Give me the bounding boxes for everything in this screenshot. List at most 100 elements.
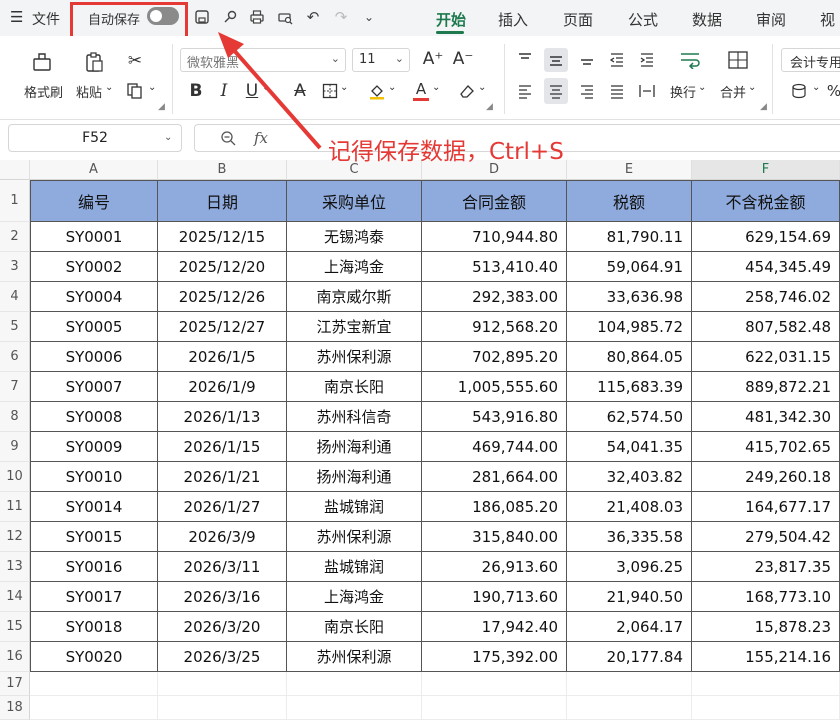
font-name-select[interactable]: 微软雅黑 ⌄	[180, 48, 346, 72]
column-header-f[interactable]: F	[692, 160, 840, 180]
cell-unit[interactable]: 苏州保利源	[287, 342, 422, 372]
cell-contract[interactable]: 190,713.60	[422, 582, 567, 612]
row-header[interactable]: 2	[0, 222, 30, 252]
cell-date[interactable]: 2025/12/26	[158, 282, 287, 312]
cell-net[interactable]: 889,872.21	[692, 372, 840, 402]
row-header[interactable]: 4	[0, 282, 30, 312]
file-menu[interactable]: 文件	[32, 9, 60, 29]
empty-cell[interactable]	[287, 696, 422, 720]
cell-tax[interactable]: 32,403.82	[567, 462, 692, 492]
name-box[interactable]: F52	[8, 124, 182, 152]
row-header[interactable]: 9	[0, 432, 30, 462]
empty-cell[interactable]	[158, 696, 287, 720]
cell-contract[interactable]: 702,895.20	[422, 342, 567, 372]
cell-unit[interactable]: 上海鸿金	[287, 582, 422, 612]
cell-tax[interactable]: 54,041.35	[567, 432, 692, 462]
cell-unit[interactable]: 盐城锦润	[287, 492, 422, 522]
cell-contract[interactable]: 710,944.80	[422, 222, 567, 252]
cell-tax[interactable]: 59,064.91	[567, 252, 692, 282]
empty-cell[interactable]	[422, 672, 567, 696]
cell-id[interactable]: SY0002	[30, 252, 158, 282]
cell-unit[interactable]: 苏州科信奇	[287, 402, 422, 432]
wrap-text-label[interactable]: 换行	[670, 82, 696, 101]
cell-net[interactable]: 279,504.42	[692, 522, 840, 552]
empty-cell[interactable]	[158, 672, 287, 696]
cell-contract[interactable]: 315,840.00	[422, 522, 567, 552]
cell-net[interactable]: 622,031.15	[692, 342, 840, 372]
cell-net[interactable]: 15,878.23	[692, 612, 840, 642]
border-dropdown-icon[interactable]: ⌄	[340, 82, 348, 93]
cell-contract[interactable]: 186,085.20	[422, 492, 567, 522]
cell-id[interactable]: SY0017	[30, 582, 158, 612]
name-box-dropdown-icon[interactable]: ⌄	[164, 132, 172, 143]
row-header[interactable]: 8	[0, 402, 30, 432]
autosave-toggle[interactable]	[147, 7, 179, 25]
cell-id[interactable]: SY0015	[30, 522, 158, 552]
cell-unit[interactable]: 上海鸿金	[287, 252, 422, 282]
row-header[interactable]: 10	[0, 462, 30, 492]
strikethrough-icon[interactable]: A	[290, 80, 310, 102]
cell-contract[interactable]: 17,942.40	[422, 612, 567, 642]
cell-tax[interactable]: 21,940.50	[567, 582, 692, 612]
increase-indent-icon[interactable]	[636, 48, 658, 70]
empty-cell[interactable]	[692, 672, 840, 696]
row-header[interactable]: 17	[0, 672, 30, 696]
cell-date[interactable]: 2025/12/15	[158, 222, 287, 252]
wrap-dropdown-icon[interactable]: ⌄	[698, 82, 706, 93]
currency-icon[interactable]	[788, 80, 810, 102]
currency-dropdown-icon[interactable]: ⌄	[812, 82, 820, 93]
cell-tax[interactable]: 80,864.05	[567, 342, 692, 372]
fill-color-icon[interactable]	[366, 80, 388, 102]
eraser-icon[interactable]	[456, 80, 478, 102]
cell-net[interactable]: 454,345.49	[692, 252, 840, 282]
cell-net[interactable]: 415,702.65	[692, 432, 840, 462]
cell-unit[interactable]: 南京长阳	[287, 612, 422, 642]
font-color-icon[interactable]: A	[410, 78, 432, 102]
cell-date[interactable]: 2026/1/15	[158, 432, 287, 462]
paste-dropdown-icon[interactable]: ⌄	[105, 82, 113, 93]
row-header[interactable]: 18	[0, 696, 30, 720]
align-center-icon[interactable]	[544, 78, 568, 104]
tab-formulas[interactable]: 公式	[628, 9, 658, 30]
merge-cells-label[interactable]: 合并	[720, 82, 746, 101]
tab-review[interactable]: 审阅	[756, 9, 786, 30]
function-icon[interactable]: fx	[250, 128, 272, 148]
row-header[interactable]: 13	[0, 552, 30, 582]
align-bottom-icon[interactable]	[576, 48, 598, 70]
chevron-down-icon[interactable]: ⌄	[359, 7, 379, 27]
empty-cell[interactable]	[692, 696, 840, 720]
row-header[interactable]: 1	[0, 180, 30, 222]
row-header[interactable]: 11	[0, 492, 30, 522]
cell-id[interactable]: SY0005	[30, 312, 158, 342]
alignment-expand-icon[interactable]: ◢	[760, 102, 767, 112]
cell-tax[interactable]: 104,985.72	[567, 312, 692, 342]
increase-font-icon[interactable]: A⁺	[422, 48, 444, 70]
cell-unit[interactable]: 扬州海利通	[287, 462, 422, 492]
cell-date[interactable]: 2026/1/5	[158, 342, 287, 372]
cell-tax[interactable]: 20,177.84	[567, 642, 692, 672]
copy-dropdown-icon[interactable]: ⌄	[148, 82, 156, 93]
cell-tax[interactable]: 62,574.50	[567, 402, 692, 432]
cell-id[interactable]: SY0014	[30, 492, 158, 522]
cell-tax[interactable]: 81,790.11	[567, 222, 692, 252]
cell-net[interactable]: 155,214.16	[692, 642, 840, 672]
empty-cell[interactable]	[567, 696, 692, 720]
header-cell[interactable]: 不含税金额	[692, 180, 840, 222]
row-header[interactable]: 15	[0, 612, 30, 642]
format-painter-label[interactable]: 格式刷	[24, 82, 63, 101]
print-icon[interactable]	[247, 7, 267, 27]
cell-tax[interactable]: 36,335.58	[567, 522, 692, 552]
clear-dropdown-icon[interactable]: ⌄	[478, 82, 486, 93]
fill-color-dropdown-icon[interactable]: ⌄	[388, 82, 396, 93]
cell-date[interactable]: 2026/3/25	[158, 642, 287, 672]
cell-date[interactable]: 2025/12/20	[158, 252, 287, 282]
align-right-icon[interactable]	[576, 80, 598, 102]
zoom-icon[interactable]	[218, 128, 238, 148]
clipboard-expand-icon[interactable]: ◢	[158, 102, 165, 112]
font-size-select[interactable]: 11 ⌄	[352, 48, 410, 72]
cell-net[interactable]: 164,677.17	[692, 492, 840, 522]
cell-id[interactable]: SY0016	[30, 552, 158, 582]
cell-id[interactable]: SY0004	[30, 282, 158, 312]
cell-tax[interactable]: 33,636.98	[567, 282, 692, 312]
cell-contract[interactable]: 513,410.40	[422, 252, 567, 282]
